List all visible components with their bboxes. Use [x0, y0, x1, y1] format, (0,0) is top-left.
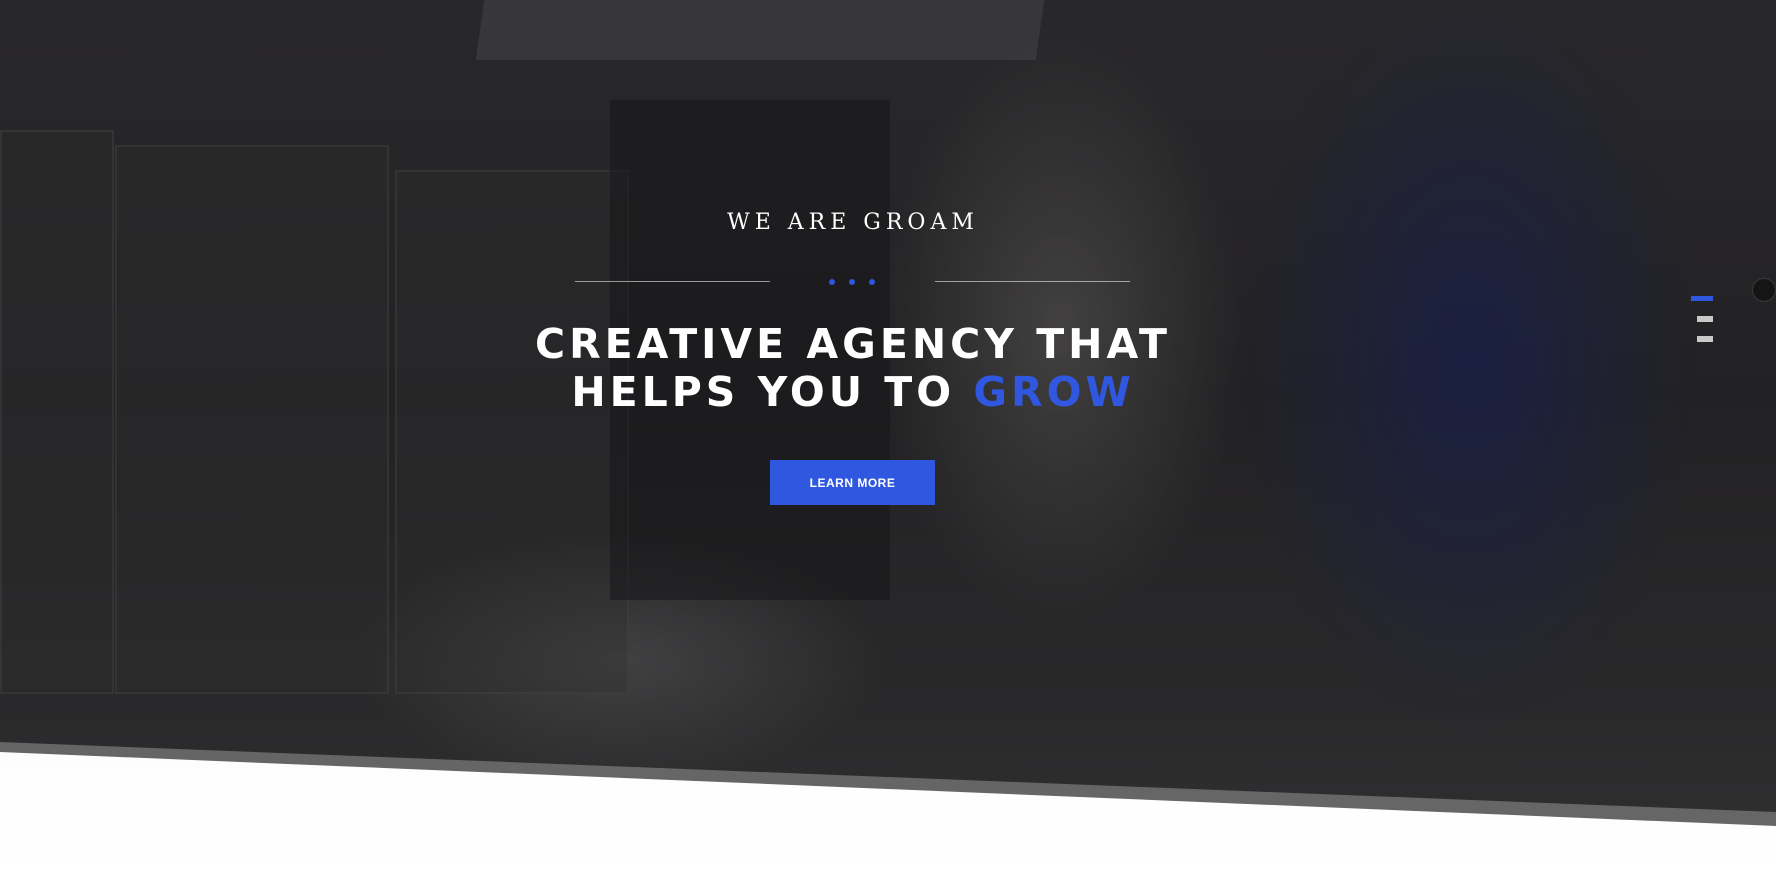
headline-line-2: HELPS YOU TO GROW	[0, 368, 1706, 416]
learn-more-button[interactable]: LEARN MORE	[770, 460, 935, 505]
hamburger-menu-icon[interactable]	[1689, 296, 1713, 344]
headline-line-2-text: HELPS YOU TO	[571, 368, 956, 416]
menu-bar	[1697, 316, 1713, 322]
dark-overlay	[0, 0, 1776, 880]
hero-section: WE ARE GROAM CREATIVE AGENCY THAT HELPS …	[0, 0, 1776, 880]
circle-nav-icon[interactable]	[1752, 278, 1776, 302]
headline-accent: GROW	[973, 368, 1135, 416]
hero-kicker: WE ARE GROAM	[727, 210, 979, 235]
divider-line-right	[935, 281, 1130, 282]
divider-line-left	[575, 281, 770, 282]
menu-bar	[1697, 336, 1713, 342]
divider-dot	[869, 279, 875, 285]
headline-line-1: CREATIVE AGENCY THAT	[534, 320, 1171, 368]
hero-headline: CREATIVE AGENCY THAT HELPS YOU TO GROW	[0, 320, 1706, 416]
menu-bar	[1691, 296, 1713, 301]
divider-dot	[829, 279, 835, 285]
divider-dot	[849, 279, 855, 285]
